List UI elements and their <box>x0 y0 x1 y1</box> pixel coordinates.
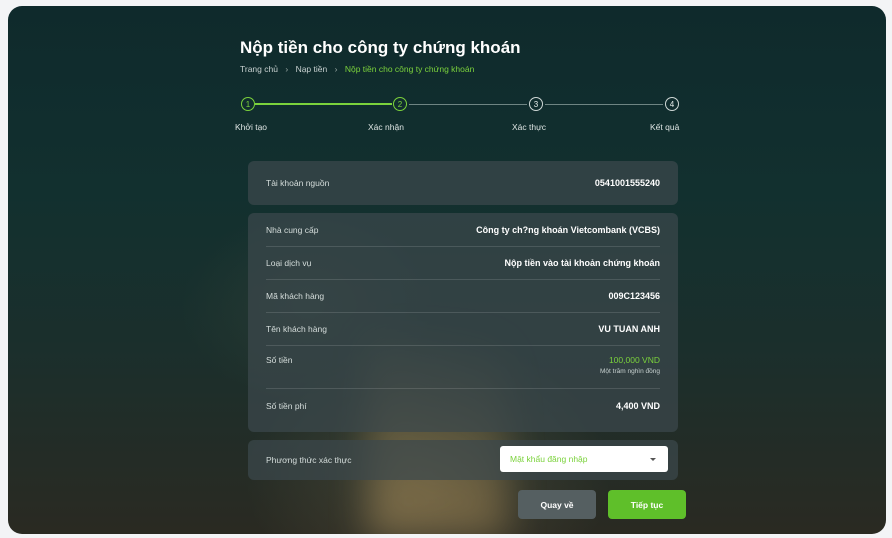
customer-code-row: Mã khách hàng 009C123456 <box>248 279 678 312</box>
transaction-details-card: Nhà cung cấp Công ty ch?ng khoán Vietcom… <box>248 213 678 432</box>
step-connector-1 <box>255 103 392 105</box>
step-4-label: Kết quả <box>650 122 680 132</box>
step-2-label: Xác nhận <box>368 122 404 132</box>
amount-in-words: Một trăm nghìn đồng <box>600 368 660 375</box>
source-account-row: Tài khoản nguồn 0541001555240 <box>248 161 678 205</box>
source-account-value: 0541001555240 <box>594 178 660 188</box>
amount-block: 100,000 VND Một trăm nghìn đồng <box>600 355 660 375</box>
provider-value: Công ty ch?ng khoán Vietcombank (VCBS) <box>476 224 660 235</box>
auth-method-select[interactable]: Mật khẩu đăng nhập <box>500 446 668 472</box>
step-1-label: Khởi tạo <box>235 122 268 132</box>
amount-label: Số tiền <box>266 355 293 365</box>
back-button[interactable]: Quay về <box>518 490 596 519</box>
breadcrumb-current: Nộp tiền cho công ty chứng khoán <box>344 64 475 74</box>
app-frame: Nộp tiền cho công ty chứng khoán Trang c… <box>8 6 886 534</box>
breadcrumb: Trang chủ › Nạp tiền › Nộp tiền cho công… <box>240 64 474 74</box>
step-3-label: Xác thực <box>512 122 547 132</box>
step-3-circle: 3 <box>529 97 543 111</box>
amount-row: Số tiền 100,000 VND Một trăm nghìn đồng <box>248 345 678 388</box>
customer-code-label: Mã khách hàng <box>266 290 325 301</box>
service-row: Loại dịch vụ Nộp tiền vào tài khoản chứn… <box>248 246 678 279</box>
continue-button[interactable]: Tiếp tục <box>608 490 686 519</box>
step-2-circle: 2 <box>393 97 407 111</box>
breadcrumb-deposit[interactable]: Nạp tiền <box>296 64 328 74</box>
breadcrumb-separator: › <box>334 64 338 74</box>
fee-label: Số tiền phí <box>266 400 307 411</box>
step-connector-3 <box>545 104 663 105</box>
auth-method-card: Phương thức xác thực Mật khẩu đăng nhập <box>248 440 678 480</box>
breadcrumb-separator: › <box>285 64 289 74</box>
amount-value: 100,000 VND <box>608 355 660 365</box>
customer-code-value: 009C123456 <box>608 290 660 301</box>
source-account-card: Tài khoản nguồn 0541001555240 <box>248 161 678 205</box>
page-title: Nộp tiền cho công ty chứng khoán <box>240 38 521 57</box>
source-account-label: Tài khoản nguồn <box>266 178 330 188</box>
service-value: Nộp tiền vào tài khoản chứng khoán <box>504 257 660 268</box>
fee-value: 4,400 VND <box>615 400 660 411</box>
auth-method-label: Phương thức xác thực <box>266 455 352 465</box>
service-label: Loại dịch vụ <box>266 257 312 268</box>
chevron-down-icon <box>650 457 656 461</box>
step-connector-2 <box>409 104 527 105</box>
auth-method-selected: Mật khẩu đăng nhập <box>510 454 588 464</box>
provider-label: Nhà cung cấp <box>266 224 319 235</box>
customer-name-row: Tên khách hàng VU TUAN ANH <box>248 312 678 345</box>
step-1-circle: 1 <box>241 97 255 111</box>
breadcrumb-home[interactable]: Trang chủ <box>240 64 278 74</box>
progress-stepper: 1 2 3 4 Khởi tạo Xác nhận Xác thực Kết q… <box>235 94 680 134</box>
fee-row: Số tiền phí 4,400 VND <box>248 388 678 423</box>
step-4-circle: 4 <box>665 97 679 111</box>
customer-name-value: VU TUAN ANH <box>598 323 660 334</box>
provider-row: Nhà cung cấp Công ty ch?ng khoán Vietcom… <box>248 213 678 246</box>
customer-name-label: Tên khách hàng <box>266 323 327 334</box>
